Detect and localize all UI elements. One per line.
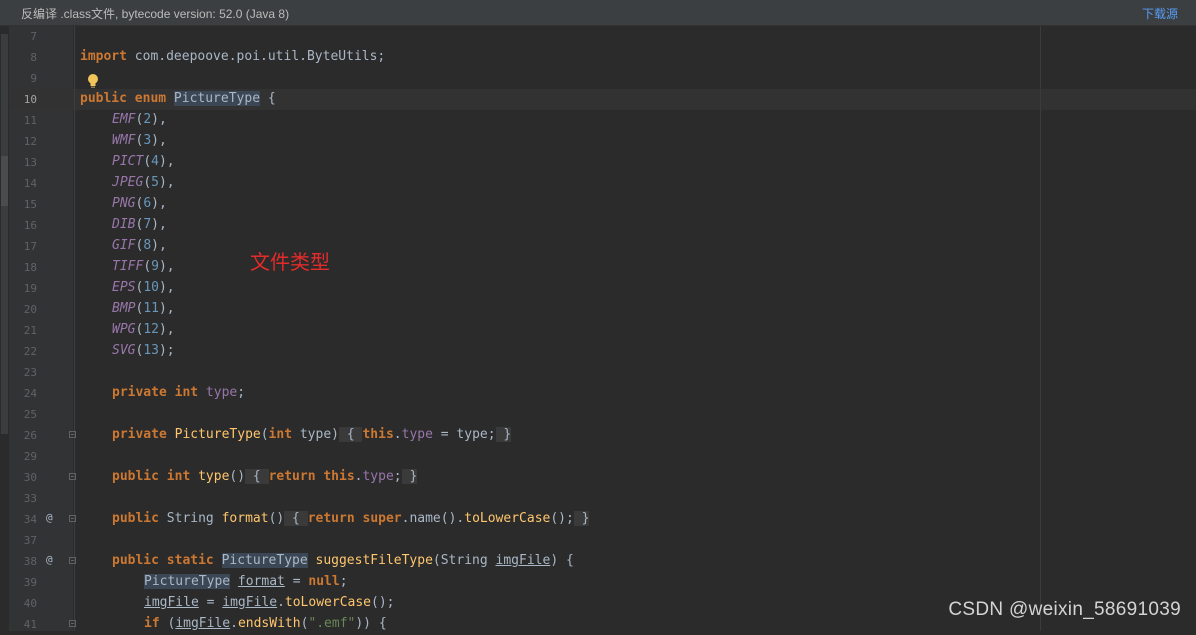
code-line: 18 TIFF(9), bbox=[0, 257, 1196, 278]
method-declaration[interactable]: public int type() { return this.type; } bbox=[112, 469, 418, 484]
line-number: 25 bbox=[23, 408, 37, 421]
import-statement[interactable]: import com.deepoove.poi.util.ByteUtils; bbox=[80, 49, 385, 64]
code-line: 33 bbox=[0, 488, 1196, 509]
code-line: 25 bbox=[0, 404, 1196, 425]
enum-constant[interactable]: WPG(12), bbox=[112, 322, 175, 337]
code-line: 16 DIB(7), bbox=[0, 215, 1196, 236]
fold-toggle-icon[interactable] bbox=[69, 620, 76, 627]
line-number: 23 bbox=[23, 366, 37, 379]
line-number: 18 bbox=[23, 261, 37, 274]
enum-constant[interactable]: TIFF(9), bbox=[112, 259, 175, 274]
code-line: 17 GIF(8), bbox=[0, 236, 1196, 257]
enum-constant[interactable]: PNG(6), bbox=[112, 196, 167, 211]
statement[interactable]: if (imgFile.endsWith(".emf")) { bbox=[144, 616, 387, 631]
enum-constant[interactable]: WMF(3), bbox=[112, 133, 167, 148]
constructor-declaration[interactable]: private PictureType(int type) { this.typ… bbox=[112, 427, 512, 442]
line-number: 14 bbox=[23, 177, 37, 190]
override-marker-icon[interactable]: @ bbox=[46, 511, 53, 524]
line-number: 20 bbox=[23, 303, 37, 316]
download-sources-link[interactable]: 下载源 bbox=[1142, 5, 1178, 22]
decompiled-class-banner: 反编译 .class文件, bytecode version: 52.0 (Ja… bbox=[0, 0, 1196, 26]
line-number: 7 bbox=[30, 30, 37, 43]
line-number: 41 bbox=[23, 618, 37, 631]
code-line: 30 public int type() { return this.type; … bbox=[0, 467, 1196, 488]
line-number: 13 bbox=[23, 156, 37, 169]
code-line: 8 import com.deepoove.poi.util.ByteUtils… bbox=[0, 47, 1196, 68]
code-line: 14 JPEG(5), bbox=[0, 173, 1196, 194]
code-line: 7 bbox=[0, 26, 1196, 47]
line-number: 37 bbox=[23, 534, 37, 547]
code-line: 21 WPG(12), bbox=[0, 320, 1196, 341]
method-declaration[interactable]: public static PictureType suggestFileTyp… bbox=[112, 553, 574, 568]
line-number: 38 bbox=[23, 555, 37, 568]
code-line: 39 PictureType format = null; bbox=[0, 572, 1196, 593]
code-line: 10 public enum PictureType { bbox=[0, 89, 1196, 110]
code-line: 23 bbox=[0, 362, 1196, 383]
line-number: 19 bbox=[23, 282, 37, 295]
line-number: 40 bbox=[23, 597, 37, 610]
fold-toggle-icon[interactable] bbox=[69, 557, 76, 564]
line-number: 29 bbox=[23, 450, 37, 463]
code-line: 38 @ public static PictureType suggestFile… bbox=[0, 551, 1196, 572]
enum-declaration[interactable]: public enum PictureType { bbox=[80, 91, 276, 106]
fold-toggle-icon[interactable] bbox=[69, 431, 76, 438]
code-line: 22 SVG(13); bbox=[0, 341, 1196, 362]
line-number: 24 bbox=[23, 387, 37, 400]
line-number: 15 bbox=[23, 198, 37, 211]
code-line: 11 EMF(2), bbox=[0, 110, 1196, 131]
line-number: 33 bbox=[23, 492, 37, 505]
code-line: 13 PICT(4), bbox=[0, 152, 1196, 173]
line-number: 8 bbox=[30, 51, 37, 64]
line-number: 22 bbox=[23, 345, 37, 358]
line-number: 12 bbox=[23, 135, 37, 148]
banner-text: 反编译 .class文件, bytecode version: 52.0 (Ja… bbox=[21, 7, 290, 21]
enum-constant[interactable]: JPEG(5), bbox=[112, 175, 175, 190]
line-number: 17 bbox=[23, 240, 37, 253]
annotation-text: 文件类型 bbox=[250, 252, 330, 274]
line-number: 21 bbox=[23, 324, 37, 337]
line-number: 26 bbox=[23, 429, 37, 442]
method-declaration[interactable]: public String format() { return super.na… bbox=[112, 511, 590, 526]
enum-constant[interactable]: SVG(13); bbox=[112, 343, 175, 358]
fold-toggle-icon[interactable] bbox=[69, 515, 76, 522]
enum-constant[interactable]: PICT(4), bbox=[112, 154, 175, 169]
enum-constant[interactable]: GIF(8), bbox=[112, 238, 167, 253]
code-line: 12 WMF(3), bbox=[0, 131, 1196, 152]
fold-toggle-icon[interactable] bbox=[69, 473, 76, 480]
code-line: 15 PNG(6), bbox=[0, 194, 1196, 215]
statement[interactable]: PictureType format = null; bbox=[144, 574, 348, 589]
line-number: 30 bbox=[23, 471, 37, 484]
line-number: 9 bbox=[30, 72, 37, 85]
line-number: 34 bbox=[23, 513, 37, 526]
enum-constant[interactable]: EMF(2), bbox=[112, 112, 167, 127]
statement[interactable]: imgFile = imgFile.toLowerCase(); bbox=[144, 595, 394, 610]
override-marker-icon[interactable]: @ bbox=[46, 553, 53, 566]
code-line: 24 private int type; bbox=[0, 383, 1196, 404]
field-declaration[interactable]: private int type; bbox=[112, 385, 245, 400]
code-line: 9 bbox=[0, 68, 1196, 89]
code-line: 26 private PictureType(int type) { this.t… bbox=[0, 425, 1196, 446]
lightbulb-icon[interactable] bbox=[86, 73, 100, 89]
line-number: 11 bbox=[23, 114, 37, 127]
code-line: 19 EPS(10), bbox=[0, 278, 1196, 299]
line-number: 16 bbox=[23, 219, 37, 232]
code-line: 34 @ public String format() { return super… bbox=[0, 509, 1196, 530]
enum-constant[interactable]: EPS(10), bbox=[112, 280, 175, 295]
code-line: 37 bbox=[0, 530, 1196, 551]
watermark: CSDN @weixin_58691039 bbox=[948, 599, 1181, 620]
code-line: 20 BMP(11), bbox=[0, 299, 1196, 320]
line-number: 39 bbox=[23, 576, 37, 589]
enum-constant[interactable]: BMP(11), bbox=[112, 301, 175, 316]
enum-constant[interactable]: DIB(7), bbox=[112, 217, 167, 232]
line-number: 10 bbox=[23, 93, 37, 106]
code-line: 29 bbox=[0, 446, 1196, 467]
